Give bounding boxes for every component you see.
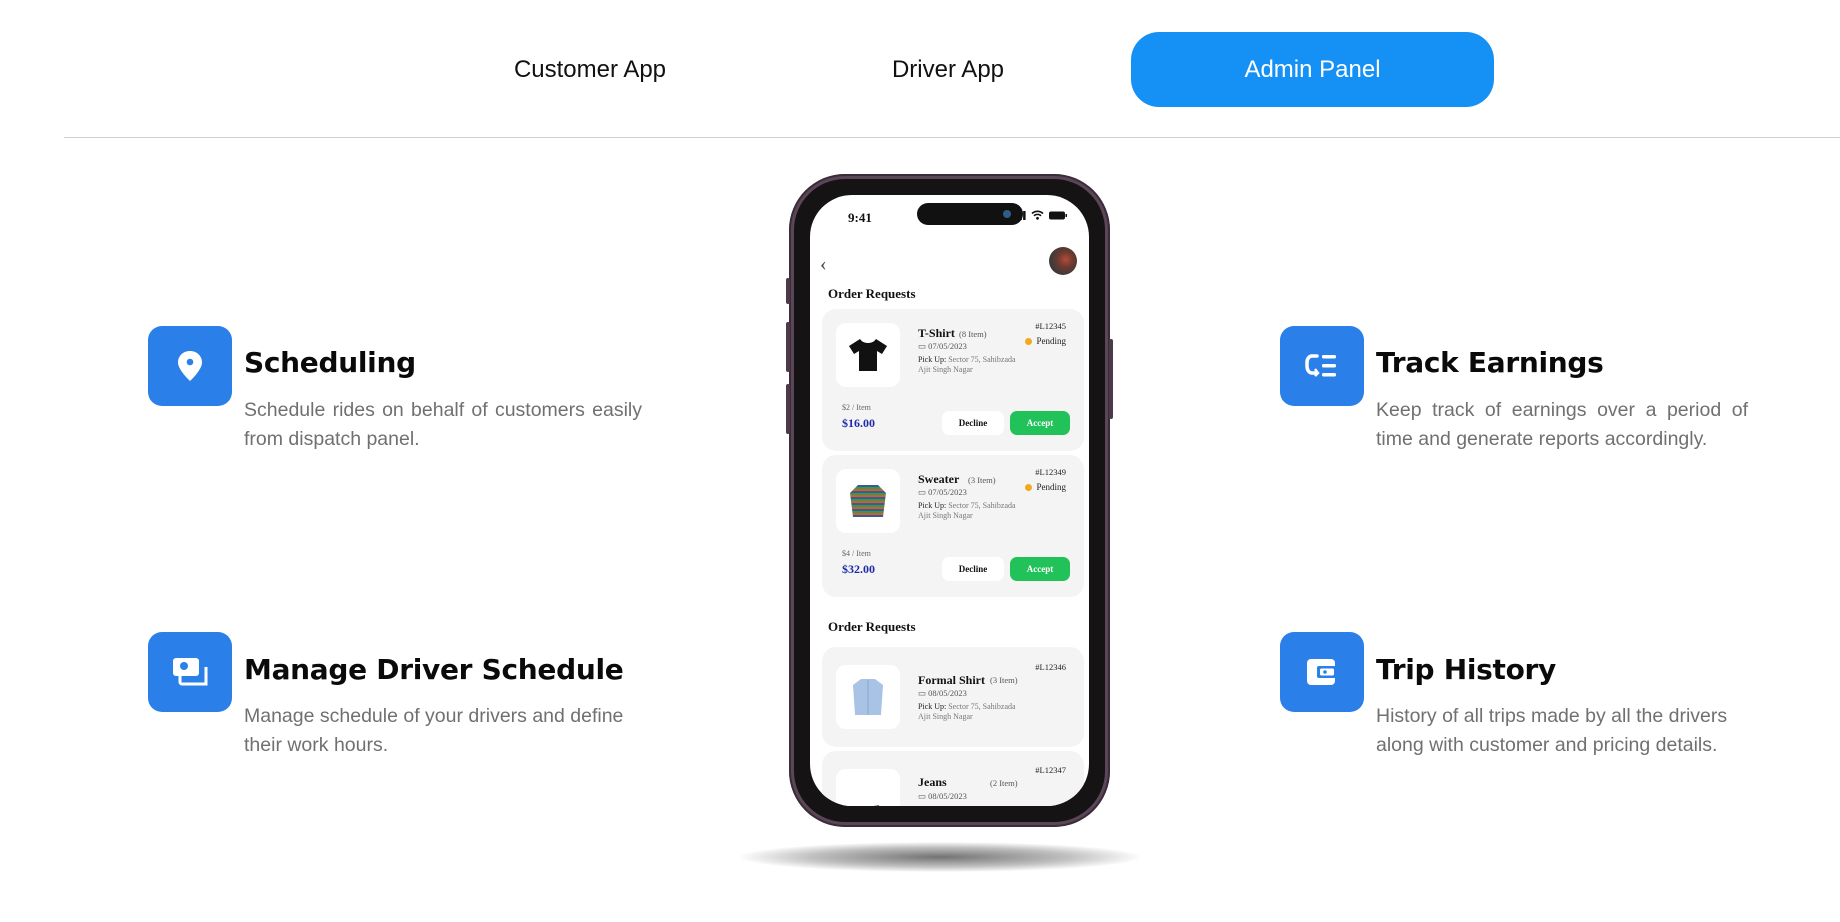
feature-title-track-earnings: Track Earnings bbox=[1376, 346, 1604, 379]
total-price: $32.00 bbox=[842, 562, 875, 576]
decline-button[interactable]: Decline bbox=[942, 557, 1004, 581]
feature-desc-manage-driver-schedule: Manage schedule of your drivers and defi… bbox=[244, 705, 624, 756]
calendar-icon: ▭ bbox=[918, 791, 929, 801]
camera-icon bbox=[1003, 210, 1011, 218]
battery-icon bbox=[1049, 211, 1067, 219]
order-date: ▭ 07/05/2023 bbox=[918, 341, 967, 352]
calendar-icon: ▭ bbox=[918, 341, 929, 351]
back-chevron-icon[interactable]: ‹ bbox=[820, 253, 827, 276]
tab-admin-panel[interactable]: Admin Panel bbox=[1131, 32, 1494, 107]
avatar[interactable] bbox=[1049, 247, 1077, 275]
pickup-label: Pick Up: bbox=[918, 501, 947, 510]
order-date: ▭ 07/05/2023 bbox=[918, 487, 967, 498]
status-badge: Pending bbox=[1025, 336, 1066, 346]
feature-title-scheduling: Scheduling bbox=[244, 346, 416, 379]
phone-volume-down-button bbox=[786, 384, 790, 434]
section-title-order-requests: Order Requests bbox=[828, 286, 916, 301]
order-date: ▭ 08/05/2023 bbox=[918, 688, 967, 699]
calendar-icon: ▭ bbox=[918, 688, 929, 698]
phone-volume-up-button bbox=[786, 322, 790, 372]
wallet-icon bbox=[1280, 632, 1364, 712]
product-name: T-Shirt bbox=[918, 326, 955, 340]
order-date: ▭ 08/05/2023 bbox=[918, 791, 967, 802]
phone-mockup: 9:41 ‹ Order Requests T-Shirt (8 Item) ▭… bbox=[786, 174, 1113, 827]
location-pin-icon bbox=[148, 326, 232, 406]
item-count: (3 Item) bbox=[968, 475, 996, 485]
feature-title-trip-history: Trip History bbox=[1376, 653, 1556, 686]
order-id: #L12349 bbox=[1035, 467, 1066, 477]
order-card: Sweater (3 Item) ▭ 07/05/2023 Pick Up: S… bbox=[822, 455, 1084, 597]
status-badge: Pending bbox=[1025, 482, 1066, 492]
order-id: #L12346 bbox=[1035, 662, 1066, 672]
order-card: T-Shirt (8 Item) ▭ 07/05/2023 Pick Up: S… bbox=[822, 309, 1084, 451]
pickup-label: Pick Up: bbox=[918, 355, 947, 364]
jeans-image bbox=[836, 769, 900, 806]
pending-dot-icon bbox=[1025, 483, 1033, 491]
phone-power-button bbox=[1109, 339, 1113, 419]
status-label: Pending bbox=[1036, 482, 1066, 492]
item-count: (3 Item) bbox=[990, 675, 1018, 685]
order-card: Formal Shirt (3 Item) ▭ 08/05/2023 Pick … bbox=[822, 647, 1084, 747]
accept-button[interactable]: Accept bbox=[1010, 557, 1070, 581]
pickup-address: Pick Up: Sector 75, Sahibzada Ajit Singh… bbox=[918, 501, 1028, 521]
pickup-label: Pick Up: bbox=[918, 702, 947, 711]
order-date-value: 08/05/2023 bbox=[928, 791, 967, 801]
feature-title-manage-driver-schedule: Manage Driver Schedule bbox=[244, 653, 624, 686]
order-card: Jeans (2 Item) ▭ 08/05/2023 #L12347 bbox=[822, 751, 1084, 806]
accept-button[interactable]: Accept bbox=[1010, 411, 1070, 435]
tab-customer-app[interactable]: Customer App bbox=[440, 32, 740, 107]
feature-desc-trip-history: History of all trips made by all the dri… bbox=[1376, 705, 1728, 756]
order-date-value: 08/05/2023 bbox=[928, 688, 967, 698]
total-price: $16.00 bbox=[842, 416, 875, 430]
item-count: (8 Item) bbox=[959, 329, 987, 339]
tab-driver-app[interactable]: Driver App bbox=[798, 32, 1098, 107]
order-id: #L12345 bbox=[1035, 321, 1066, 331]
earnings-list-icon bbox=[1280, 326, 1364, 406]
decline-button[interactable]: Decline bbox=[942, 411, 1004, 435]
phone-action-button bbox=[786, 278, 790, 304]
feature-desc-scheduling: Schedule rides on behalf of customers ea… bbox=[244, 399, 642, 450]
signal-icon bbox=[1012, 210, 1026, 220]
status-icons bbox=[1012, 210, 1067, 220]
unit-price: $2 / Item bbox=[842, 403, 871, 412]
pickup-address: Pick Up: Sector 75, Sahibzada Ajit Singh… bbox=[918, 702, 1028, 722]
tshirt-image bbox=[836, 323, 900, 387]
order-id: #L12347 bbox=[1035, 765, 1066, 775]
phone-shadow bbox=[740, 842, 1140, 872]
calendar-icon: ▭ bbox=[918, 487, 929, 497]
feature-desc-track-earnings: Keep track of earnings over a period of … bbox=[1376, 399, 1748, 450]
unit-price: $4 / Item bbox=[842, 549, 871, 558]
wifi-icon bbox=[1031, 210, 1044, 220]
section-title-order-requests: Order Requests bbox=[828, 619, 916, 634]
item-count: (2 Item) bbox=[990, 778, 1018, 788]
order-date-value: 07/05/2023 bbox=[928, 487, 967, 497]
product-name: Jeans bbox=[918, 775, 947, 789]
status-label: Pending bbox=[1036, 336, 1066, 346]
pending-dot-icon bbox=[1025, 337, 1033, 345]
status-time: 9:41 bbox=[848, 210, 872, 225]
product-name: Sweater bbox=[918, 472, 960, 486]
phone-screen: 9:41 ‹ Order Requests T-Shirt (8 Item) ▭… bbox=[810, 195, 1089, 806]
pickup-address: Pick Up: Sector 75, Sahibzada Ajit Singh… bbox=[918, 355, 1028, 375]
driver-card-icon bbox=[148, 632, 232, 712]
dynamic-island bbox=[917, 203, 1023, 225]
tabs-divider bbox=[64, 137, 1840, 138]
sweater-image bbox=[836, 469, 900, 533]
formal-shirt-image bbox=[836, 665, 900, 729]
phone-bezel: 9:41 ‹ Order Requests T-Shirt (8 Item) ▭… bbox=[794, 179, 1105, 822]
order-date-value: 07/05/2023 bbox=[928, 341, 967, 351]
product-name: Formal Shirt bbox=[918, 673, 985, 687]
